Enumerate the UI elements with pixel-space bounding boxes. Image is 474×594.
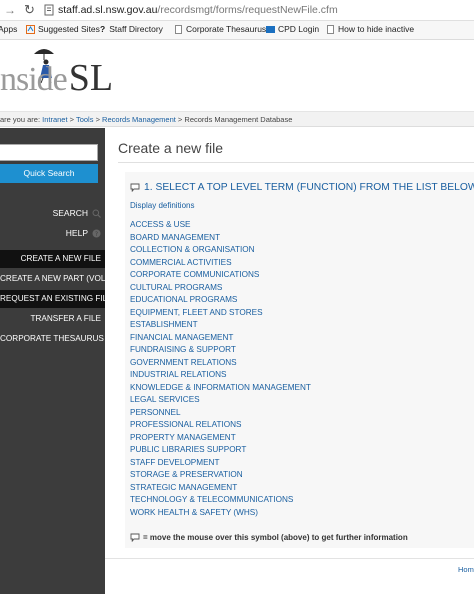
bookmark-staff-directory[interactable]: ? Staff Directory xyxy=(100,24,163,34)
term-link[interactable]: GOVERNMENT RELATIONS xyxy=(130,357,311,370)
term-selection-panel: 1. SELECT A TOP LEVEL TERM (FUNCTION) FR… xyxy=(125,172,474,548)
breadcrumb-tools[interactable]: Tools xyxy=(76,115,94,124)
url-host: staff.ad.sl.nsw.gov.au xyxy=(58,4,158,16)
term-link[interactable]: PROFESSIONAL RELATIONS xyxy=(130,419,311,432)
term-link[interactable]: STORAGE & PRESERVATION xyxy=(130,469,311,482)
bookmark-label: Staff Directory xyxy=(109,24,163,34)
term-link[interactable]: COLLECTION & ORGANISATION xyxy=(130,244,311,257)
page-info-icon[interactable] xyxy=(44,4,54,16)
breadcrumb-separator: > xyxy=(93,115,103,124)
term-link[interactable]: COMMERCIAL ACTIVITIES xyxy=(130,257,311,270)
bookmark-label: Corporate Thesaurus xyxy=(186,24,267,34)
term-list: ACCESS & USE BOARD MANAGEMENT COLLECTION… xyxy=(130,219,311,519)
sidebar: Quick Search SEARCH HELP ? CREATE A NEW … xyxy=(0,128,105,594)
svg-text:?: ? xyxy=(95,231,98,238)
search-icon xyxy=(92,209,101,218)
info-symbol-footnote: = move the mouse over this symbol (above… xyxy=(130,533,408,542)
bookmark-cpd-login[interactable]: CPD Login xyxy=(266,24,319,34)
term-link[interactable]: CORPORATE COMMUNICATIONS xyxy=(130,269,311,282)
sidebar-item-corporate-thesaurus[interactable]: CORPORATE THESAURUS xyxy=(0,330,105,348)
term-link[interactable]: FINANCIAL MANAGEMENT xyxy=(130,332,311,345)
title-divider xyxy=(118,162,474,163)
address-bar: → ↻ staff.ad.sl.nsw.gov.au/recordsmgt/fo… xyxy=(0,0,474,21)
url-field[interactable]: staff.ad.sl.nsw.gov.au/recordsmgt/forms/… xyxy=(58,4,338,16)
term-link[interactable]: FUNDRAISING & SUPPORT xyxy=(130,344,311,357)
term-link[interactable]: TECHNOLOGY & TELECOMMUNICATIONS xyxy=(130,494,311,507)
term-link[interactable]: WORK HEALTH & SAFETY (WHS) xyxy=(130,507,311,520)
term-link[interactable]: KNOWLEDGE & INFORMATION MANAGEMENT xyxy=(130,382,311,395)
search-link-label: SEARCH xyxy=(52,208,88,218)
search-input[interactable] xyxy=(0,144,98,161)
help-link-label: HELP xyxy=(65,228,88,238)
bookmark-label: How to hide inactive xyxy=(338,24,415,34)
bookmark-label: Suggested Sites xyxy=(38,24,100,34)
term-link[interactable]: PROPERTY MANAGEMENT xyxy=(130,432,311,445)
term-link[interactable]: CULTURAL PROGRAMS xyxy=(130,282,311,295)
sidebar-item-create-new-file[interactable]: CREATE A NEW FILE xyxy=(0,250,105,268)
bookmark-label: CPD Login xyxy=(278,24,320,34)
step-heading-text: 1. SELECT A TOP LEVEL TERM (FUNCTION) FR… xyxy=(144,182,474,193)
term-link[interactable]: LEGAL SERVICES xyxy=(130,394,311,407)
info-bubble-icon[interactable] xyxy=(130,183,140,192)
help-icon: ? xyxy=(92,229,101,238)
bookmark-suggested-sites[interactable]: Suggested Sites xyxy=(26,24,100,34)
sidebar-item-request-existing-file[interactable]: REQUEST AN EXISTING FILE xyxy=(0,290,105,308)
logo-text-sl: SL xyxy=(68,57,114,99)
breadcrumb: are you are: Intranet > Tools > Records … xyxy=(0,112,474,127)
url-path: /recordsmgt/forms/requestNewFile.cfm xyxy=(157,4,338,16)
term-link[interactable]: EQUIPMENT, FLEET AND STORES xyxy=(130,307,311,320)
cpd-icon xyxy=(266,25,275,33)
bookmark-corporate-thesaurus[interactable]: Corporate Thesaurus xyxy=(174,24,266,34)
term-link[interactable]: PUBLIC LIBRARIES SUPPORT xyxy=(130,444,311,457)
site-header: nside SL xyxy=(0,40,474,112)
sidebar-item-transfer-file[interactable]: TRANSFER A FILE xyxy=(0,310,105,328)
bookmark-apps[interactable]: Apps xyxy=(0,24,17,34)
page-title: Create a new file xyxy=(118,140,224,156)
suggested-sites-icon xyxy=(26,24,35,34)
intranet-logo[interactable]: nside SL xyxy=(0,56,113,102)
search-link[interactable]: SEARCH xyxy=(53,208,101,218)
sidebar-item-create-new-part[interactable]: CREATE A NEW PART (VOL) xyxy=(0,270,105,288)
bookmark-label: Apps xyxy=(0,24,18,34)
term-link[interactable]: EDUCATIONAL PROGRAMS xyxy=(130,294,311,307)
term-link[interactable]: PERSONNEL xyxy=(130,407,311,420)
home-link[interactable]: Hom xyxy=(458,565,474,574)
quick-search-button[interactable]: Quick Search xyxy=(0,164,98,183)
breadcrumb-current: Records Management Database xyxy=(184,115,293,124)
term-link[interactable]: STAFF DEVELOPMENT xyxy=(130,457,311,470)
bookmark-how-to-hide-inactive[interactable]: How to hide inactive xyxy=(326,24,414,34)
info-bubble-icon xyxy=(130,533,140,542)
footer-divider xyxy=(105,558,474,559)
document-icon xyxy=(327,24,334,34)
breadcrumb-intranet[interactable]: Intranet xyxy=(42,115,67,124)
term-link[interactable]: STRATEGIC MANAGEMENT xyxy=(130,482,311,495)
term-link[interactable]: ACCESS & USE xyxy=(130,219,311,232)
display-definitions-link[interactable]: Display definitions xyxy=(130,201,194,210)
question-mark-icon: ? xyxy=(100,24,106,34)
breadcrumb-records-management[interactable]: Records Management xyxy=(102,115,176,124)
term-link[interactable]: ESTABLISHMENT xyxy=(130,319,311,332)
reload-icon[interactable]: ↻ xyxy=(24,2,35,18)
forward-icon[interactable]: → xyxy=(4,3,16,17)
document-icon xyxy=(175,24,182,34)
bookmarks-bar: Apps Suggested Sites ? Staff Directory C… xyxy=(0,21,474,40)
step-heading: 1. SELECT A TOP LEVEL TERM (FUNCTION) FR… xyxy=(130,182,474,193)
term-link[interactable]: INDUSTRIAL RELATIONS xyxy=(130,369,311,382)
help-link[interactable]: HELP ? xyxy=(66,228,101,238)
term-link[interactable]: BOARD MANAGEMENT xyxy=(130,232,311,245)
breadcrumb-separator: > xyxy=(67,115,76,124)
footnote-text: = move the mouse over this symbol (above… xyxy=(143,533,408,542)
breadcrumb-prefix: are you are: xyxy=(0,115,43,124)
logo-text-inside: nside xyxy=(0,61,68,98)
